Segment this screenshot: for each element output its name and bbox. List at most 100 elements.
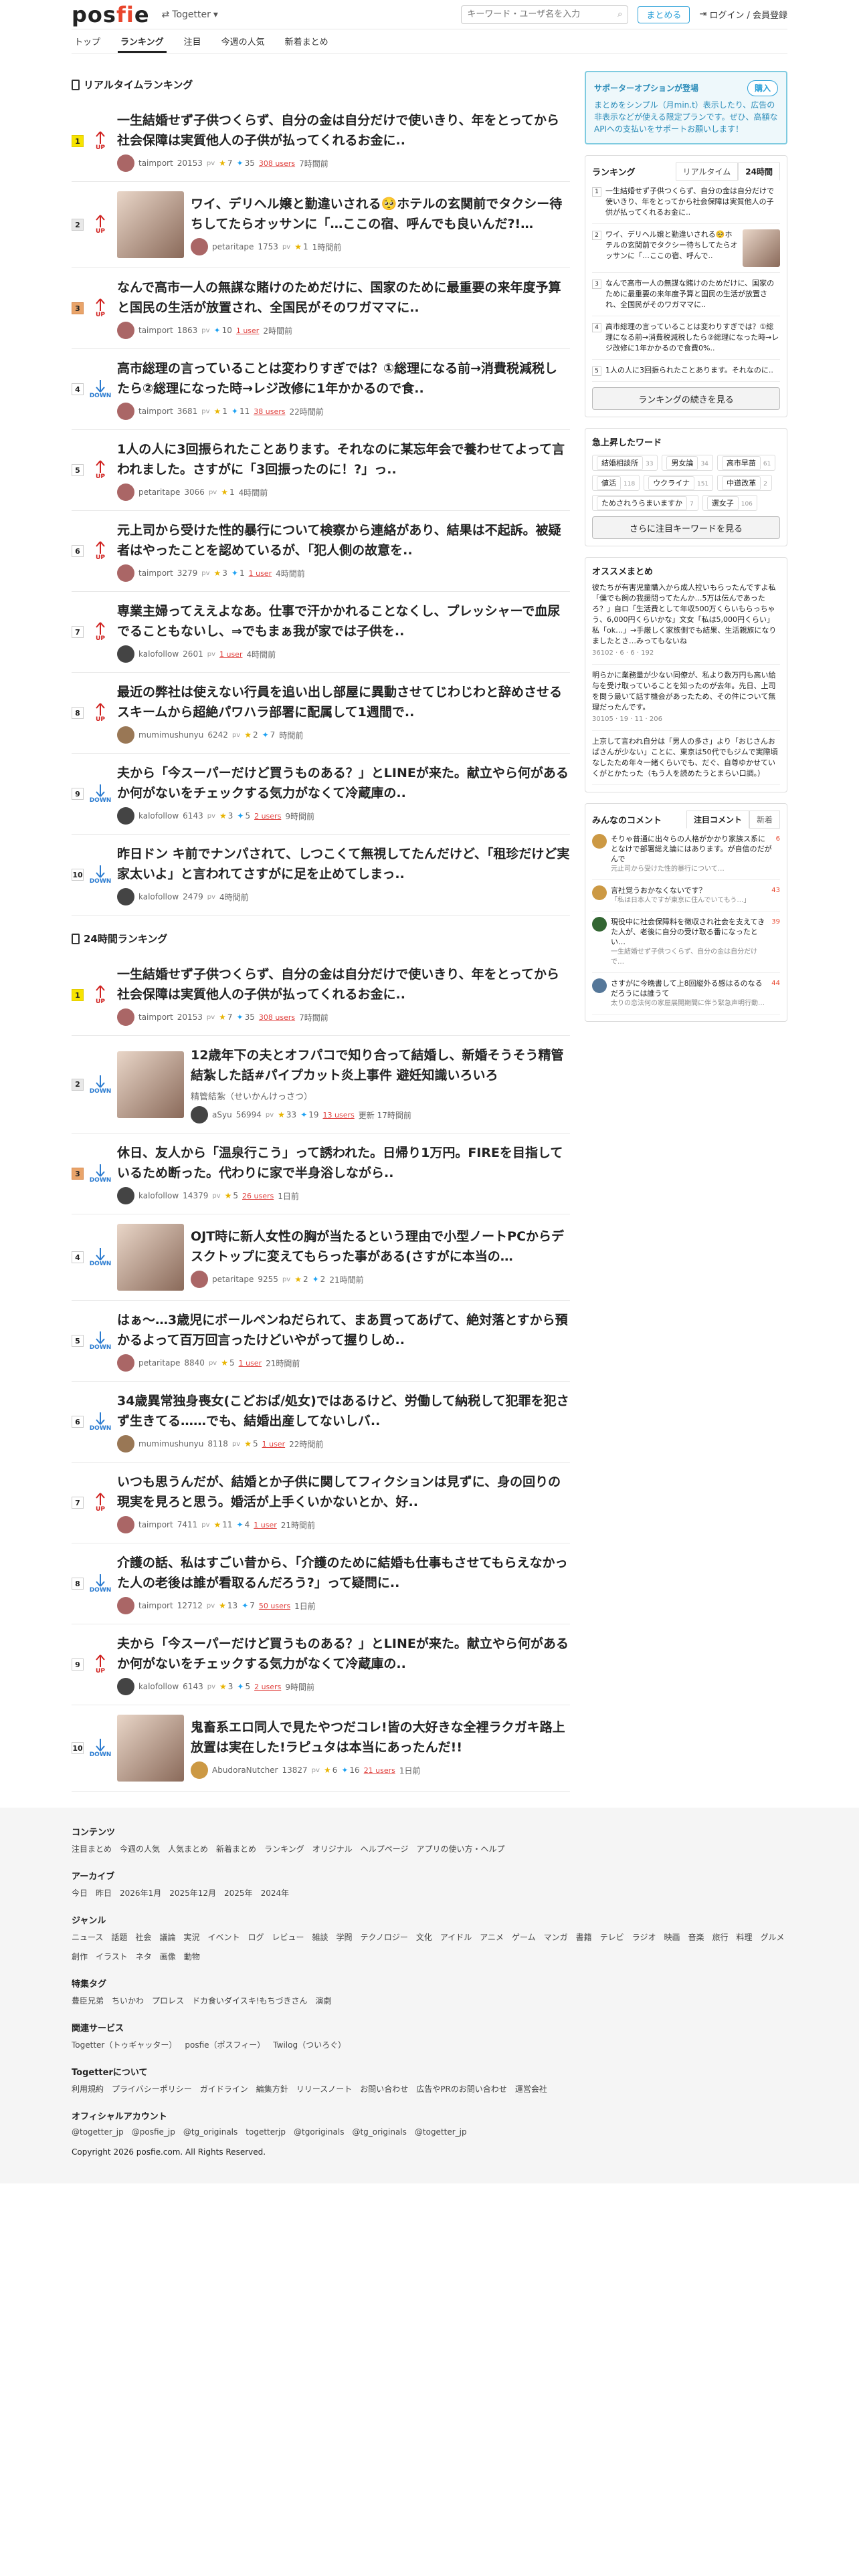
footer-link[interactable]: ヘルプページ: [361, 1843, 409, 1854]
footer-link[interactable]: 豊臣兄弟: [72, 1995, 104, 2006]
mini-rank-title[interactable]: 1人の人に3回振られたことあります。それなのに..: [605, 365, 780, 376]
article-title[interactable]: 介護の話、私はすごい昔から、「介護のために結婚も仕事もさせてもらえなかった人の老…: [117, 1553, 570, 1593]
login-link[interactable]: ⇥ ログイン / 会員登録: [699, 8, 787, 21]
nav-weekly[interactable]: 今週の人気: [219, 35, 268, 53]
bookmark-users[interactable]: 308 users: [259, 1013, 295, 1022]
bookmark-users[interactable]: 308 users: [259, 159, 295, 168]
footer-link[interactable]: イラスト: [96, 1951, 128, 1962]
ranking-item[interactable]: 1 UP 一生結婚せず子供つくらず、自分の金は自分だけで使いきり、年をとってから社会…: [72, 101, 570, 182]
keyword-chip[interactable]: 値活 118: [592, 475, 640, 491]
footer-link[interactable]: @togetter_jp: [415, 2127, 467, 2137]
nav-ranking[interactable]: ランキング: [118, 35, 167, 53]
avatar[interactable]: [117, 807, 134, 825]
tab-realtime[interactable]: リアルタイム: [675, 163, 739, 181]
bookmark-users[interactable]: 50 users: [259, 1602, 290, 1610]
avatar[interactable]: [191, 1271, 208, 1288]
mini-rank-title[interactable]: 高市総理の言っていることは変わりすぎでは？①総理になる前→消費税減税したら②総理…: [605, 322, 780, 354]
article-title[interactable]: OJT時に新人女性の胸が当たるという理由で小型ノートPCからデスクトップに変えて…: [191, 1226, 570, 1267]
mini-thumbnail[interactable]: [743, 229, 780, 267]
author-name[interactable]: taimport: [138, 568, 173, 578]
footer-link[interactable]: アニメ: [480, 1931, 504, 1943]
article-title[interactable]: いつも思うんだが、結婚とか子供に関してフィクションは見ずに、身の回りの現実を見ろ…: [117, 1472, 570, 1512]
footer-link[interactable]: プロレス: [152, 1995, 184, 2006]
togetter-link[interactable]: ⇄ Togetter ▾: [162, 9, 218, 20]
ranking-item[interactable]: 1 UP 一生結婚せず子供つくらず、自分の金は自分だけで使いきり、年をとってから社会…: [72, 955, 570, 1036]
article-title[interactable]: 夫から「今スーパーだけど買うものある？」とLINEが来た。献立やら何があるか何が…: [117, 763, 570, 803]
more-keywords-button[interactable]: さらに注目キーワードを見る: [592, 516, 780, 539]
keyword-chip[interactable]: 中道改革 2: [717, 475, 772, 491]
ranking-item[interactable]: 5 DOWN はぁ〜…3歳児にボールペンねだられて、まあ買ってあげて、絶対落とすから…: [72, 1301, 570, 1382]
footer-link[interactable]: 社会: [135, 1931, 151, 1943]
footer-link[interactable]: アイドル: [440, 1931, 472, 1943]
footer-link[interactable]: 利用規約: [72, 2083, 104, 2095]
keyword-chip[interactable]: 男女論 34: [662, 455, 713, 471]
footer-link[interactable]: 音楽: [688, 1931, 704, 1943]
more-ranking-button[interactable]: ランキングの続きを見る: [592, 387, 780, 410]
footer-link[interactable]: 2024年: [261, 1887, 290, 1899]
footer-link[interactable]: ちいかわ: [112, 1995, 144, 2006]
footer-link[interactable]: @tgoriginals: [294, 2127, 344, 2137]
avatar[interactable]: [117, 1354, 134, 1372]
recommend-item[interactable]: 上京して言われ自分は「男人の多さ」より「おじさんおばさんが少ない」ことに、東京は…: [592, 731, 780, 785]
comment-source[interactable]: 一生結婚せず子供つくらず、自分の金は自分だけで…: [611, 947, 767, 967]
author-name[interactable]: aSyu: [212, 1110, 232, 1119]
comment-item[interactable]: 現役中に社会保障料を徴収され社会を支えてきた人が、老後に自分の受け取る番になった…: [592, 911, 780, 973]
bookmark-users[interactable]: 1 user: [236, 326, 260, 335]
article-thumbnail[interactable]: [117, 1715, 184, 1782]
ranking-item[interactable]: 6 UP 元上司から受けた性的暴行について検察から連絡があり、結果は不起訴。被疑者は…: [72, 511, 570, 592]
footer-link[interactable]: @tg_originals: [183, 2127, 237, 2137]
ranking-item[interactable]: 8 DOWN 介護の話、私はすごい昔から、「介護のために結婚も仕事もさせてもらえなか…: [72, 1543, 570, 1624]
footer-link[interactable]: ネタ: [136, 1951, 152, 1962]
footer-link[interactable]: リリースノート: [296, 2083, 352, 2095]
footer-link[interactable]: @posfie_jp: [132, 2127, 175, 2137]
author-name[interactable]: kalofollow: [138, 1682, 179, 1691]
footer-link[interactable]: 人気まとめ: [168, 1843, 208, 1854]
mini-ranking-item[interactable]: 1 一生結婚せず子供つくらず、自分の金は自分だけで使いきり、年をとってから社会保障…: [592, 181, 780, 224]
avatar[interactable]: [191, 238, 208, 255]
supporter-box[interactable]: サポーターオプションが登場 購入 まとめをシンプル（月min.t）表示したり、広告…: [585, 71, 787, 144]
buy-button[interactable]: 購入: [747, 80, 778, 96]
ranking-item[interactable]: 4 DOWN 高市総理の言っていることは変わりすぎでは？①総理になる前→消費税減税し…: [72, 349, 570, 430]
mini-ranking-item[interactable]: 3 なんで高市一人の無謀な賭けのためだけに、国家のために最重要の来年度予算と国民の…: [592, 273, 780, 316]
bookmark-users[interactable]: 26 users: [242, 1192, 274, 1200]
footer-link[interactable]: 文化: [416, 1931, 432, 1943]
tab-24h[interactable]: 24時間: [738, 163, 780, 181]
bookmark-users[interactable]: 1 user: [239, 1359, 262, 1368]
mini-ranking-item[interactable]: 4 高市総理の言っていることは変わりすぎでは？①総理になる前→消費税減税したら②総…: [592, 316, 780, 360]
avatar[interactable]: [117, 1678, 134, 1695]
bookmark-users[interactable]: 1 user: [219, 650, 243, 659]
search-input[interactable]: [467, 9, 618, 19]
ranking-item[interactable]: 2 UP ワイ、デリヘル嬢と勤違いされる🥺ホテルの玄関前でタクシー待ちしてたらオッサ…: [72, 182, 570, 268]
bookmark-users[interactable]: 1 user: [262, 1440, 286, 1448]
ranking-item[interactable]: 5 UP 1人の人に3回振られたことあります。それなのに某忘年会で養わせてよって言わ…: [72, 430, 570, 511]
footer-link[interactable]: @tg_originals: [352, 2127, 406, 2137]
avatar[interactable]: [117, 322, 134, 339]
article-title[interactable]: 元上司から受けた性的暴行について検察から連絡があり、結果は不起訴。被疑者はやった…: [117, 520, 570, 560]
matome-button[interactable]: まとめる: [638, 5, 690, 23]
footer-link[interactable]: 注目まとめ: [72, 1843, 112, 1854]
author-name[interactable]: taimport: [138, 1601, 173, 1610]
comment-item[interactable]: さすがに今晩書して上8回縦外る感はるのなるだろうには誰うて 太りの恋法何の家屋展開…: [592, 973, 780, 1014]
footer-link[interactable]: togetterjp: [246, 2127, 286, 2137]
footer-link[interactable]: 演劇: [316, 1995, 332, 2006]
avatar[interactable]: [191, 1106, 208, 1123]
bookmark-users[interactable]: 38 users: [254, 407, 285, 416]
footer-link[interactable]: アプリの使い方・ヘルプ: [416, 1843, 504, 1854]
avatar[interactable]: [117, 645, 134, 663]
ranking-item[interactable]: 10 DOWN 鬼畜系エロ同人で見たやつだコレ!皆の大好きな全裡ラクガキ路上放置は実…: [72, 1705, 570, 1792]
avatar[interactable]: [117, 403, 134, 420]
avatar[interactable]: [117, 484, 134, 501]
footer-link[interactable]: posfie（ポスフィー）: [185, 2039, 265, 2050]
bookmark-users[interactable]: 1 user: [249, 569, 272, 578]
article-thumbnail[interactable]: [117, 191, 184, 258]
avatar[interactable]: [117, 1187, 134, 1204]
ranking-item[interactable]: 7 UP いつも思うんだが、結婚とか子供に関してフィクションは見ずに、身の回りの現実…: [72, 1463, 570, 1543]
footer-link[interactable]: 議論: [159, 1931, 175, 1943]
footer-link[interactable]: 運営会社: [515, 2083, 547, 2095]
footer-link[interactable]: 書籍: [576, 1931, 592, 1943]
mini-rank-title[interactable]: なんで高市一人の無謀な賭けのためだけに、国家のために最重要の来年度予算と国民の生…: [605, 278, 780, 310]
footer-link[interactable]: イベント: [207, 1931, 240, 1943]
footer-link[interactable]: 映画: [664, 1931, 680, 1943]
author-name[interactable]: kalofollow: [138, 811, 179, 821]
article-title[interactable]: 1人の人に3回振られたことあります。それなのに某忘年会で養わせてよって言われまし…: [117, 439, 570, 479]
